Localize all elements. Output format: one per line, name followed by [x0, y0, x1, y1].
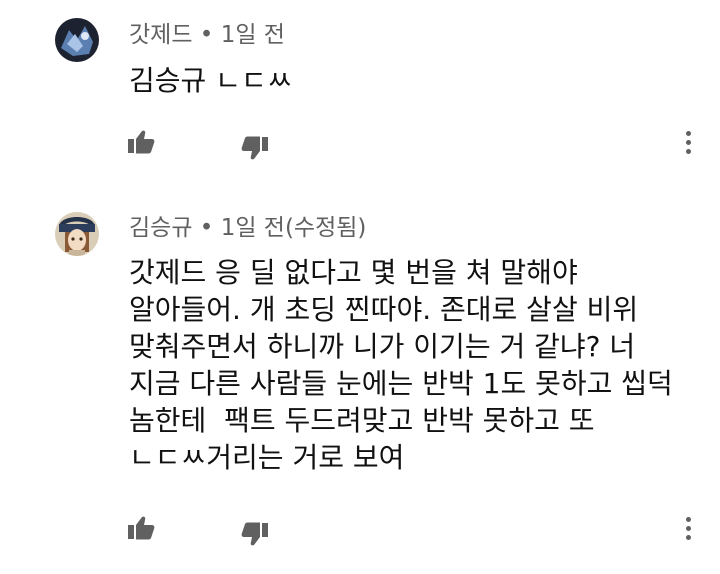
comment-author[interactable]: 갓제드 [129, 22, 192, 48]
comment-time: 1일 전 [220, 22, 285, 48]
more-dot [685, 516, 691, 522]
comment-2: 김승규 • 1일 전(수정됨) 갓제드 응 딜 없다고 몇 번을 쳐 말해야 알… [0, 190, 720, 574]
meta-separator: • [199, 215, 214, 241]
comment-meta: 김승규 • 1일 전(수정됨) [129, 213, 366, 243]
comment-1: 갓제드 • 1일 전 김승규 ㄴㄷㅆ [0, 0, 720, 190]
thumb-down-icon [241, 136, 268, 160]
more-dot [685, 139, 691, 145]
more-options-button[interactable] [678, 510, 698, 546]
more-dot [685, 130, 691, 136]
more-dot [685, 525, 691, 531]
dislike-button[interactable] [237, 516, 273, 552]
avatar[interactable] [55, 18, 99, 62]
more-dot [685, 534, 691, 540]
comment-author[interactable]: 김승규 [129, 215, 192, 241]
thumb-up-icon [128, 130, 155, 154]
comment-text-line: 갓제드 응 딜 없다고 몇 번을 쳐 말해야 [129, 256, 578, 289]
avatar[interactable] [55, 212, 99, 256]
comment-text-line: 알아들어. 개 초딩 찐따야. 존대로 살살 비위 [129, 293, 639, 326]
comment-meta: 갓제드 • 1일 전 [129, 20, 285, 50]
comment-text: 김승규 ㄴㄷㅆ [129, 64, 293, 97]
like-button[interactable] [123, 510, 159, 546]
avatar-image [55, 18, 99, 62]
thumb-down-icon [241, 522, 268, 546]
comment-text-line: ㄴㄷㅆ거리는 거로 보여 [129, 441, 405, 474]
like-button[interactable] [123, 124, 159, 160]
thumb-up-icon [128, 516, 155, 540]
more-dot [685, 148, 691, 154]
more-options-button[interactable] [678, 124, 698, 160]
comment-text-line: 놈한테 팩트 두드려맞고 반박 못하고 또 [129, 404, 595, 437]
comment-time: 1일 전(수정됨) [220, 215, 367, 241]
dislike-button[interactable] [237, 130, 273, 166]
meta-separator: • [199, 22, 214, 48]
avatar-image [55, 212, 99, 256]
comment-text-line: 지금 다른 사람들 눈에는 반박 1도 못하고 씹덕 [129, 367, 673, 400]
comment-text-line: 맞춰주면서 하니까 니가 이기는 거 같냐? 너 [129, 330, 636, 363]
